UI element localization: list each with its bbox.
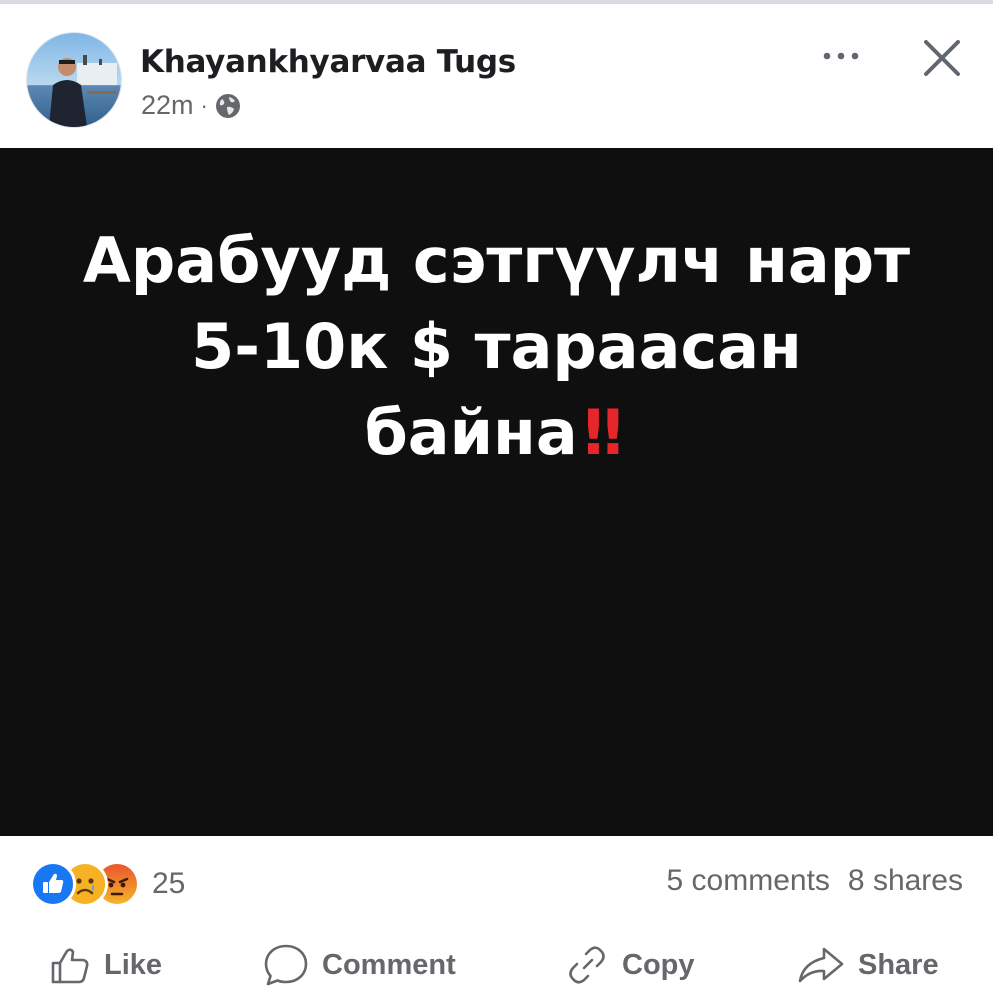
copy-link-button[interactable]: Copy — [564, 940, 695, 990]
author-name[interactable]: Khayankhyarvaa Tugs — [140, 44, 516, 80]
share-button[interactable]: Share — [796, 940, 939, 990]
avatar[interactable] — [26, 32, 122, 128]
more-dots-icon — [823, 52, 859, 60]
like-label: Like — [104, 948, 163, 981]
post-meta: 22m · — [141, 90, 242, 121]
more-options-button[interactable] — [814, 36, 868, 76]
share-label: Share — [858, 948, 939, 981]
comment-button[interactable]: Comment — [262, 940, 456, 990]
post-text: Арабууд сэтгүүлч нарт 5-10к $ тараасан б… — [0, 218, 993, 476]
close-button[interactable] — [916, 32, 968, 84]
like-reaction-icon — [30, 861, 76, 907]
like-button[interactable]: Like — [48, 940, 162, 990]
link-icon — [569, 946, 605, 984]
post-text-line: 5-10к $ тараасан — [191, 310, 802, 383]
shares-count-link[interactable]: 8 shares — [848, 864, 963, 897]
avatar-photo — [27, 33, 121, 127]
double-exclamation-icon: ‼ — [583, 396, 629, 469]
reactions-summary[interactable]: 25 — [30, 861, 186, 907]
thumbs-up-icon — [51, 948, 89, 984]
comments-count-link[interactable]: 5 comments — [667, 864, 830, 897]
reaction-count: 25 — [152, 867, 186, 900]
post-text-line: байна‼ — [0, 390, 993, 476]
top-divider — [0, 0, 993, 4]
engagement-stats: 5 comments 8 shares — [667, 864, 963, 898]
post-text-line-content: байна — [364, 396, 578, 469]
post-time[interactable]: 22m — [141, 90, 194, 121]
post-text-line: Арабууд сэтгүүлч нарт — [82, 224, 911, 297]
meta-separator: · — [200, 92, 208, 118]
close-icon — [924, 40, 960, 76]
comment-bubble-icon — [264, 944, 308, 986]
copy-label: Copy — [622, 948, 695, 981]
comment-label: Comment — [322, 948, 456, 981]
share-arrow-icon — [798, 947, 844, 983]
globe-icon[interactable] — [214, 92, 242, 120]
